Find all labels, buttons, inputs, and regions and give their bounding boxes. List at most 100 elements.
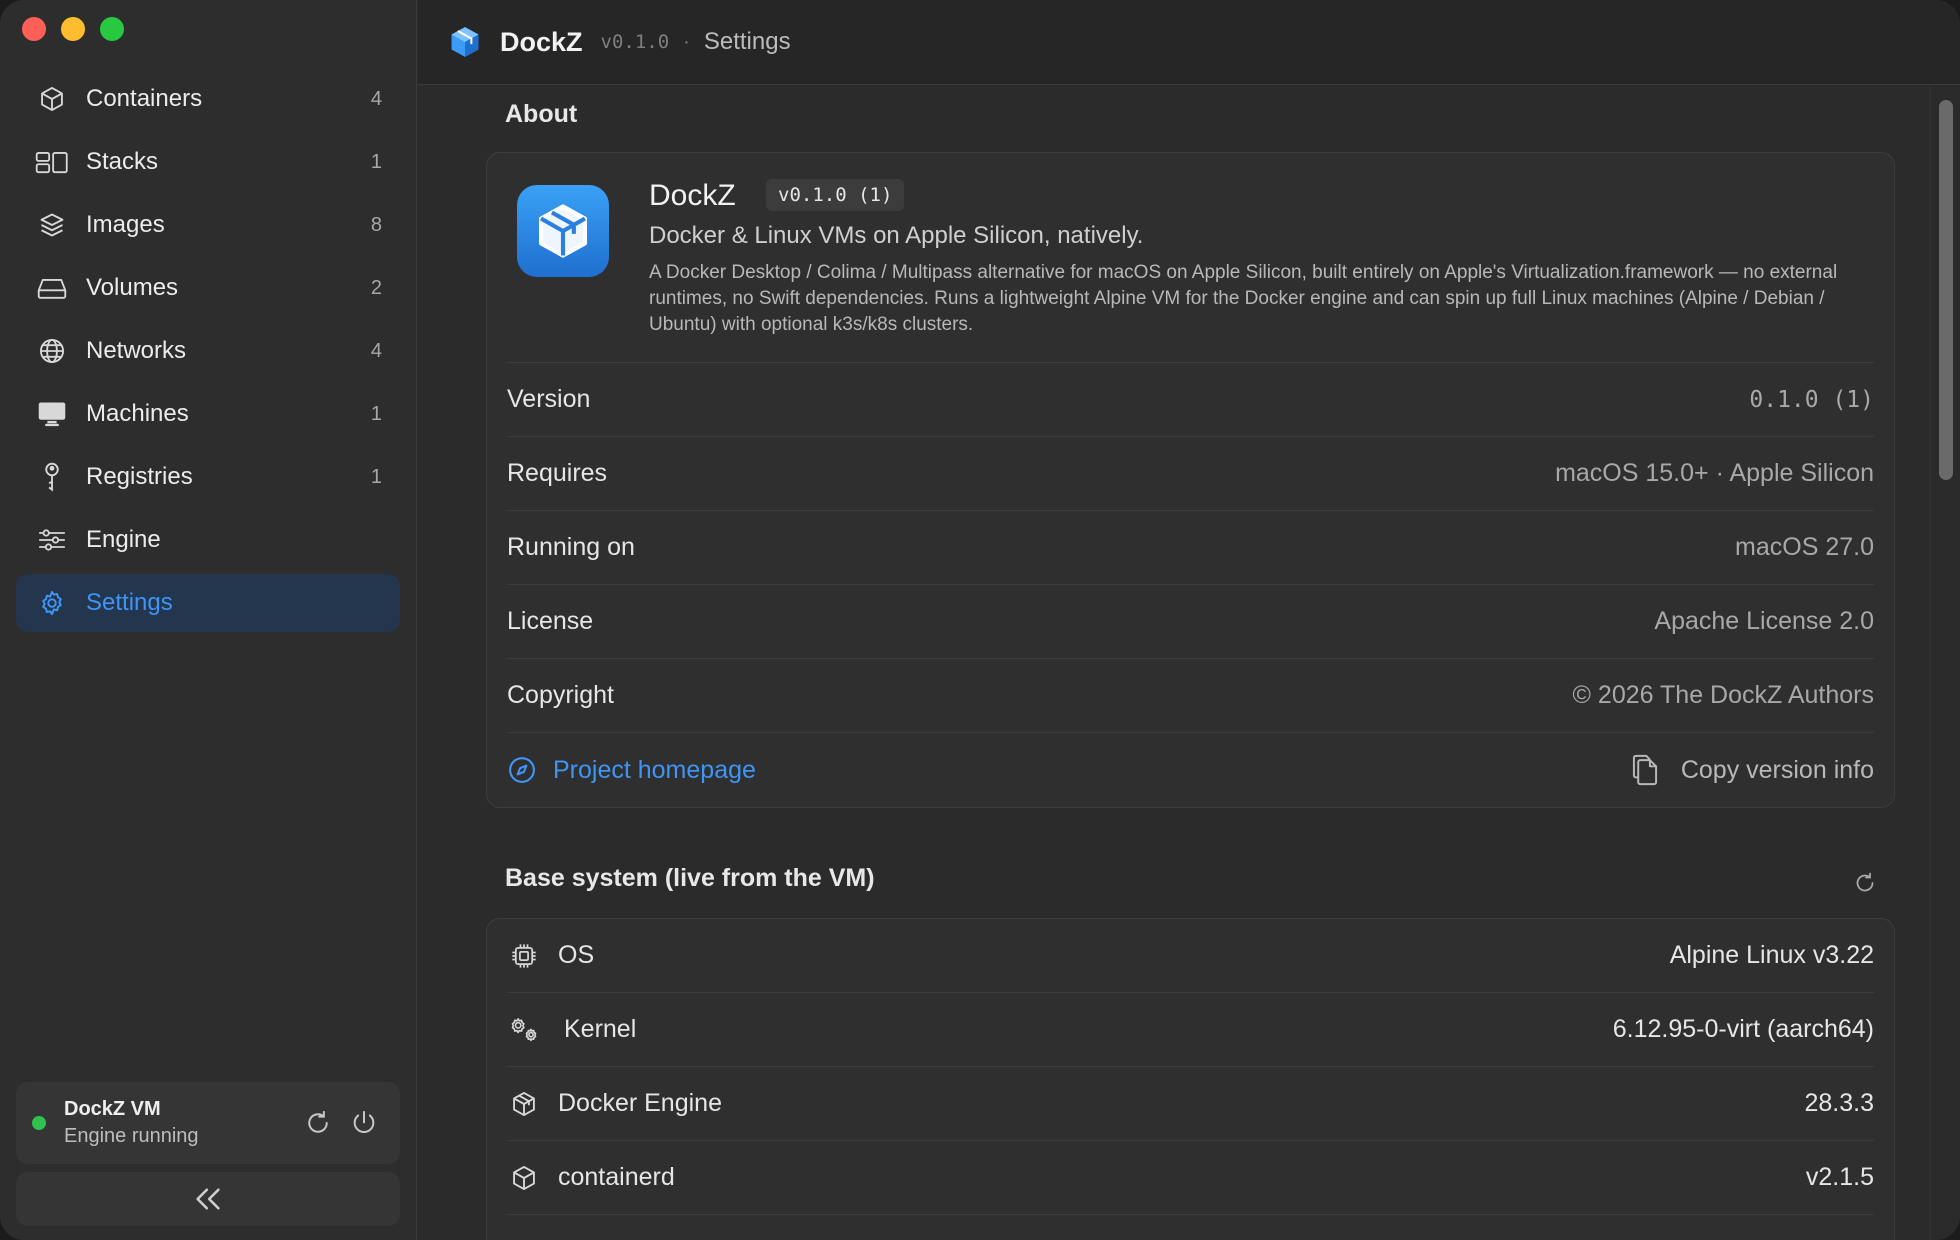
info-row-requires: Requires macOS 15.0+ · Apple Silicon <box>507 437 1874 511</box>
stacks-icon <box>34 144 70 180</box>
power-vm-button[interactable] <box>344 1103 384 1143</box>
box-icon <box>507 1164 541 1192</box>
vm-name: DockZ VM <box>64 1098 161 1120</box>
about-actions-row: Project homepage Copy version info <box>507 733 1874 807</box>
sidebar-item-label: Stacks <box>86 148 159 175</box>
power-icon <box>353 1110 375 1133</box>
sidebar-item-images[interactable]: Images 8 <box>16 196 400 254</box>
sidebar-item-label: Engine <box>86 526 161 553</box>
status-dot <box>32 1116 46 1130</box>
refresh-base-system-button[interactable] <box>1850 868 1880 898</box>
sidebar-item-registries[interactable]: Registries 1 <box>16 448 400 506</box>
scrollbar-thumb[interactable] <box>1939 100 1953 480</box>
version-badge: v0.1.0 (1) <box>766 179 905 211</box>
system-value: 6.12.95-0-virt (aarch64) <box>1612 1015 1874 1043</box>
sidebar-item-label: Images <box>86 211 165 238</box>
system-row-os: OS Alpine Linux v3.22 <box>507 919 1874 993</box>
compass-icon <box>507 755 537 785</box>
app-icon <box>517 185 609 277</box>
sidebar-item-volumes[interactable]: Volumes 2 <box>16 259 400 317</box>
about-section-title: About <box>505 100 578 128</box>
sliders-icon <box>34 522 70 558</box>
close-window-button[interactable] <box>22 17 46 41</box>
app-logo-icon <box>448 25 482 59</box>
toolbar: DockZ v0.1.0 · Settings <box>418 0 1960 85</box>
chevron-double-left-icon <box>196 1188 220 1210</box>
info-row-license: License Apache License 2.0 <box>507 585 1874 659</box>
system-row-docker-engine: Docker Engine 28.3.3 <box>507 1067 1874 1141</box>
content-scrollbar[interactable] <box>1930 86 1960 1240</box>
breadcrumb-separator: · <box>683 30 690 53</box>
app-version: v0.1.0 <box>600 31 670 53</box>
key-icon <box>34 459 70 495</box>
sidebar-item-label: Containers <box>86 85 203 112</box>
sidebar-item-label: Settings <box>86 589 173 616</box>
restart-icon <box>308 1110 328 1133</box>
sidebar-item-count: 2 <box>370 276 382 299</box>
info-key: Version <box>507 385 591 413</box>
system-key: containerd <box>558 1163 675 1191</box>
sidebar-item-machines[interactable]: Machines 1 <box>16 385 400 443</box>
page-title: Settings <box>703 28 791 55</box>
sidebar-item-label: Machines <box>86 400 189 427</box>
copy-version-info-button[interactable]: Copy version info <box>1631 754 1874 786</box>
sidebar-item-count: 4 <box>370 339 382 362</box>
sidebar-item-label: Volumes <box>86 274 179 301</box>
sidebar-item-networks[interactable]: Networks 4 <box>16 322 400 380</box>
window-controls <box>22 17 124 41</box>
drive-icon <box>34 270 70 306</box>
sidebar-item-count: 1 <box>370 150 382 173</box>
about-card: DockZ v0.1.0 (1) Docker & Linux VMs on A… <box>486 152 1895 808</box>
info-value: Apache License 2.0 <box>1654 607 1874 635</box>
sidebar-item-label: Registries <box>86 463 193 490</box>
info-value: macOS 15.0+ · Apple Silicon <box>1555 459 1874 487</box>
refresh-icon <box>1856 872 1874 892</box>
system-key: Docker Engine <box>558 1089 722 1117</box>
info-key: Running on <box>507 533 635 561</box>
sidebar-item-count: 1 <box>370 402 382 425</box>
sidebar: Containers 4 Stacks 1 Images 8 Volumes 2… <box>0 0 417 1240</box>
info-value: 0.1.0 (1) <box>1749 386 1874 413</box>
chip-icon <box>507 942 541 970</box>
layers-icon <box>34 207 70 243</box>
collapse-sidebar-button[interactable] <box>16 1172 400 1226</box>
globe-icon <box>34 333 70 369</box>
info-key: Requires <box>507 459 608 487</box>
system-value: Alpine Linux v3.22 <box>1669 941 1874 969</box>
sidebar-item-settings[interactable]: Settings <box>16 574 400 632</box>
info-key: License <box>507 607 594 635</box>
app-window: Containers 4 Stacks 1 Images 8 Volumes 2… <box>0 0 1960 1240</box>
sidebar-item-count: 4 <box>370 87 382 110</box>
copy-icon <box>1631 754 1659 786</box>
sidebar-item-containers[interactable]: Containers 4 <box>16 70 400 128</box>
info-key: Copyright <box>507 681 614 709</box>
gears-icon <box>507 1016 541 1044</box>
system-key: Kernel <box>564 1015 637 1043</box>
sidebar-item-stacks[interactable]: Stacks 1 <box>16 133 400 191</box>
vm-status: Engine running <box>64 1125 199 1147</box>
minimize-window-button[interactable] <box>61 17 85 41</box>
maximize-window-button[interactable] <box>100 17 124 41</box>
project-homepage-link[interactable]: Project homepage <box>507 755 1631 785</box>
system-row-partial <box>507 1215 1874 1240</box>
app-title: DockZ <box>500 26 583 57</box>
sidebar-item-count: 8 <box>370 213 382 236</box>
system-value: 28.3.3 <box>1804 1089 1874 1117</box>
settings-content: About DockZ v0.1.0 (1) Docker & Linux VM… <box>418 86 1930 1240</box>
project-homepage-label: Project homepage <box>553 755 756 784</box>
copy-version-info-label: Copy version info <box>1680 755 1874 784</box>
system-value: v2.1.5 <box>1805 1163 1874 1191</box>
sidebar-item-count: 1 <box>370 465 382 488</box>
info-row-copyright: Copyright © 2026 The DockZ Authors <box>507 659 1874 733</box>
base-system-card: OS Alpine Linux v3.22 Kernel 6.12.95-0-v… <box>486 918 1895 1240</box>
sidebar-item-engine[interactable]: Engine <box>16 511 400 569</box>
box-icon <box>34 81 70 117</box>
gear-icon <box>34 585 70 621</box>
info-row-running-on: Running on macOS 27.0 <box>507 511 1874 585</box>
restart-vm-button[interactable] <box>298 1103 338 1143</box>
sidebar-nav: Containers 4 Stacks 1 Images 8 Volumes 2… <box>16 70 400 637</box>
system-key: OS <box>558 941 595 969</box>
app-description: A Docker Desktop / Colima / Multipass al… <box>649 262 1838 335</box>
app-name: DockZ <box>649 179 736 212</box>
system-row-kernel: Kernel 6.12.95-0-virt (aarch64) <box>507 993 1874 1067</box>
